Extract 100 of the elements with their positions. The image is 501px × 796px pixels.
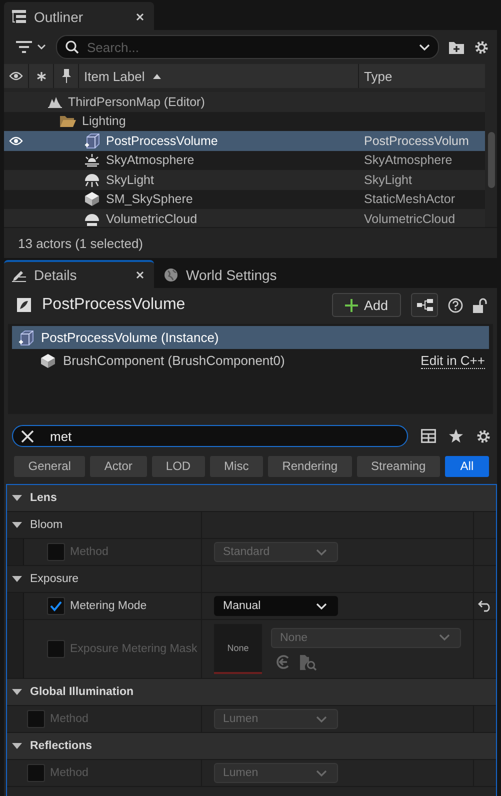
component-row[interactable]: PostProcessVolume (Instance) bbox=[12, 326, 489, 349]
property-label: Metering Mode bbox=[70, 600, 147, 612]
expanded-arrow-icon[interactable] bbox=[12, 688, 22, 696]
property-label: Method bbox=[70, 546, 108, 558]
checkbox[interactable] bbox=[27, 710, 45, 728]
settings-icon[interactable] bbox=[474, 40, 489, 54]
filter-button[interactable]: Actor bbox=[90, 456, 147, 476]
panel-tab[interactable]: Details bbox=[4, 260, 154, 288]
checkbox[interactable] bbox=[47, 640, 65, 658]
filter-button[interactable]: Misc bbox=[210, 456, 263, 476]
property-label: Method bbox=[50, 713, 88, 725]
item-type: SkyAtmosphere bbox=[364, 153, 452, 168]
table-icon[interactable] bbox=[421, 429, 436, 443]
filter-button[interactable]: LOD bbox=[152, 456, 205, 476]
search-placeholder: Search... bbox=[87, 40, 140, 54]
item-type: VolumetricCloud bbox=[364, 212, 456, 226]
item-label: SM_SkySphere bbox=[106, 192, 193, 206]
category-header[interactable]: Lens bbox=[7, 485, 496, 512]
search-icon bbox=[65, 40, 79, 54]
edit-in-cpp-link[interactable]: Edit in C++ bbox=[420, 352, 485, 368]
plus-icon bbox=[344, 298, 358, 312]
pencil-icon bbox=[12, 268, 26, 282]
box-icon bbox=[84, 191, 100, 208]
item-type: SkyLight bbox=[364, 172, 412, 187]
checkbox[interactable] bbox=[47, 597, 65, 615]
chevron-down-icon[interactable] bbox=[419, 44, 430, 50]
arrow-left-circle-icon[interactable] bbox=[275, 654, 291, 670]
dropdown[interactable]: Manual bbox=[214, 596, 338, 616]
filter-button[interactable]: All bbox=[444, 456, 489, 476]
folder-icon bbox=[60, 115, 76, 128]
outliner-row[interactable]: PostProcessVolume PostProcessVolum bbox=[4, 131, 485, 150]
tab-title: World Settings bbox=[186, 267, 277, 283]
item-label: VolumetricCloud bbox=[106, 212, 198, 226]
panel-tab[interactable]: World Settings bbox=[156, 260, 306, 288]
outliner-row[interactable]: SkyAtmosphere SkyAtmosphere bbox=[4, 150, 485, 170]
item-label: Lighting bbox=[82, 114, 126, 128]
chevron-down-icon bbox=[316, 602, 327, 610]
expanded-arrow-icon[interactable] bbox=[12, 742, 22, 750]
filter-button[interactable]: Streaming bbox=[356, 456, 440, 476]
add-folder-icon[interactable] bbox=[449, 40, 464, 54]
outliner-row[interactable]: Lighting bbox=[4, 112, 485, 131]
item-type: StaticMeshActor bbox=[364, 192, 456, 206]
settings-icon[interactable] bbox=[476, 428, 491, 444]
component-label: BrushComponent (BrushComponent0) bbox=[63, 353, 285, 368]
hierarchy-icon bbox=[416, 299, 432, 311]
close-icon[interactable] bbox=[136, 13, 144, 21]
globe-icon bbox=[164, 268, 178, 282]
filter-dropdown[interactable] bbox=[16, 41, 46, 53]
category-header[interactable]: Global Illumination bbox=[7, 679, 496, 706]
reset-arrow-icon[interactable] bbox=[478, 600, 492, 612]
clear-icon[interactable] bbox=[21, 430, 34, 442]
outliner-row[interactable]: ThirdPersonMap (Editor) bbox=[4, 92, 485, 112]
status-text: 13 actors (1 selected) bbox=[18, 236, 144, 250]
unlocked-padlock-icon[interactable] bbox=[473, 298, 487, 312]
box-icon bbox=[40, 352, 56, 368]
asterisk-icon[interactable] bbox=[36, 72, 46, 80]
property-label: Method bbox=[50, 767, 88, 779]
item-label: SkyLight bbox=[106, 172, 154, 187]
chevron-down-icon bbox=[37, 44, 46, 50]
tab-title: Outliner bbox=[34, 9, 84, 25]
component-label: PostProcessVolume (Instance) bbox=[41, 330, 219, 345]
chevron-down-icon bbox=[316, 716, 327, 722]
expanded-arrow-icon[interactable] bbox=[12, 576, 22, 582]
eye-icon[interactable] bbox=[9, 71, 23, 81]
expanded-arrow-icon[interactable] bbox=[12, 522, 22, 528]
group-header[interactable]: Exposure bbox=[7, 566, 496, 593]
group-header[interactable]: Bloom bbox=[7, 512, 496, 539]
tab-title: Details bbox=[34, 267, 77, 283]
dome-light-icon bbox=[84, 172, 100, 188]
component-row[interactable]: BrushComponent (BrushComponent0) Edit in C++ bbox=[12, 349, 489, 372]
checkbox[interactable] bbox=[27, 764, 45, 782]
outliner-list-icon bbox=[12, 10, 26, 24]
pin-icon[interactable] bbox=[62, 69, 70, 83]
cube-volume-icon bbox=[18, 330, 34, 346]
search-field[interactable]: met bbox=[12, 425, 408, 447]
help-icon[interactable] bbox=[448, 298, 463, 312]
outliner-row[interactable]: SM_SkySphere StaticMeshActor bbox=[4, 190, 485, 209]
filter-button[interactable]: Rendering bbox=[268, 456, 352, 476]
chevron-down-icon bbox=[316, 548, 327, 556]
column-header[interactable]: Item Label bbox=[79, 64, 359, 88]
checkbox[interactable] bbox=[47, 543, 65, 561]
outliner-tab[interactable]: Outliner bbox=[4, 2, 154, 30]
close-icon[interactable] bbox=[136, 271, 144, 279]
folder-search-icon[interactable] bbox=[299, 654, 317, 670]
sunrise-icon bbox=[84, 153, 100, 168]
actor-title: PostProcessVolume bbox=[42, 296, 186, 314]
search-text: met bbox=[49, 428, 73, 444]
filter-icon bbox=[16, 41, 32, 53]
add-button[interactable]: Add bbox=[332, 293, 401, 317]
chevron-down-icon bbox=[316, 770, 327, 776]
expanded-arrow-icon[interactable] bbox=[12, 494, 22, 502]
filter-button[interactable]: General bbox=[14, 456, 86, 476]
cube-volume-icon bbox=[84, 132, 100, 149]
star-icon[interactable] bbox=[449, 429, 463, 443]
outliner-row[interactable]: SkyLight SkyLight bbox=[4, 170, 485, 190]
actor-icon bbox=[16, 297, 32, 313]
blueprint-button[interactable] bbox=[411, 293, 438, 317]
outliner-row[interactable]: VolumetricCloud VolumetricCloud bbox=[4, 209, 485, 227]
category-header[interactable]: Reflections bbox=[7, 733, 496, 760]
column-header[interactable]: Type bbox=[359, 64, 485, 88]
